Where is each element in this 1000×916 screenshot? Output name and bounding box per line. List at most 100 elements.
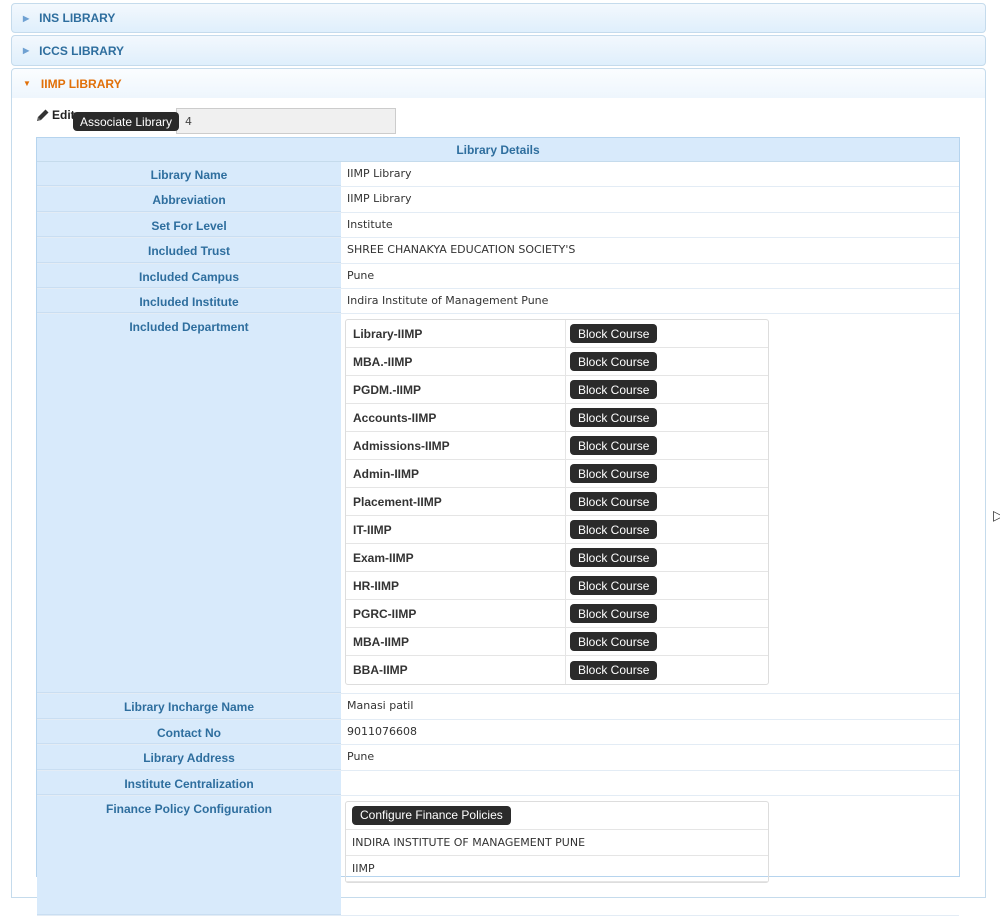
block-course-button[interactable]: Block Course — [570, 576, 658, 596]
department-name: HR-IIMP — [346, 572, 566, 600]
department-row: IT-IIMP Block Course — [346, 516, 768, 545]
field-value: 9011076608 — [347, 724, 417, 738]
finance-table: Configure Finance Policies INDIRA INSTIT… — [345, 800, 769, 883]
field-value: IIMP Library — [347, 167, 412, 180]
accordion-header-label: IIMP LIBRARY — [40, 76, 122, 91]
department-row: MBA.-IIMP Block Course — [346, 348, 768, 377]
department-name: Admin-IIMP — [346, 460, 566, 488]
department-name: PGDM.-IIMP — [346, 376, 566, 404]
field-label: Included Institute — [37, 288, 341, 314]
department-row: Admissions-IIMP Block Course — [346, 432, 768, 461]
department-name: Placement-IIMP — [346, 488, 566, 516]
triangle-down-icon: ▼ — [23, 79, 31, 88]
block-course-button[interactable]: Block Course — [570, 380, 658, 400]
detail-row-set-for-level: Set For Level Institute — [37, 212, 959, 239]
accordion-header-label: INS LIBRARY — [39, 11, 116, 25]
block-course-button[interactable]: Block Course — [570, 408, 658, 428]
block-course-button[interactable]: Block Course — [570, 492, 658, 512]
department-action-cell: Block Course — [566, 404, 768, 431]
accordion-header-iccs-library[interactable]: ▶ ICCS LIBRARY — [11, 35, 986, 66]
edit-label: Edit — [52, 108, 75, 122]
field-label: Library Name — [37, 162, 341, 187]
block-course-button[interactable]: Block Course — [570, 352, 658, 372]
block-course-button[interactable]: Block Course — [570, 632, 658, 652]
detail-row-included-trust: Included Trust SHREE CHANAKYA EDUCATION … — [37, 238, 959, 264]
department-row: Accounts-IIMP Block Course — [346, 404, 768, 433]
block-course-button[interactable]: Block Course — [570, 660, 658, 680]
department-name: Accounts-IIMP — [346, 404, 566, 432]
detail-row-library-address: Library Address Pune — [37, 745, 959, 771]
department-row: Exam-IIMP Block Course — [346, 544, 768, 573]
finance-cell: Configure Finance Policies INDIRA INSTIT… — [341, 796, 959, 915]
block-course-button[interactable]: Block Course — [570, 604, 658, 624]
department-row: BBA-IIMP Block Course — [346, 656, 768, 685]
detail-row-abbreviation: Abbreviation IIMP Library — [37, 187, 959, 213]
field-value: IIMP Library — [347, 192, 412, 206]
department-table: Library-IIMP Block Course MBA.-IIMP Block C… — [345, 319, 769, 686]
finance-button-row: Configure Finance Policies — [346, 802, 768, 830]
field-label: Included Campus — [37, 263, 341, 288]
pencil-icon — [37, 109, 49, 121]
detail-row-included-institute: Included Institute Indira Institute of M… — [37, 288, 959, 315]
department-name: MBA.-IIMP — [346, 348, 566, 376]
associate-library-value: 4 — [185, 114, 192, 128]
block-course-button[interactable]: Block Course — [570, 436, 658, 456]
accordion-header-label: ICCS LIBRARY — [39, 43, 125, 58]
finance-item: IIMP — [346, 856, 768, 882]
department-action-cell: Block Course — [566, 600, 768, 627]
block-course-button[interactable]: Block Course — [570, 520, 658, 540]
field-value: Pune — [347, 750, 375, 764]
field-label: Library Address — [37, 745, 341, 770]
triangle-right-icon: ▶ — [23, 13, 30, 23]
field-label: Library Incharge Name — [37, 694, 341, 719]
department-name: BBA-IIMP — [346, 656, 566, 685]
edit-link[interactable]: Edit — [36, 108, 75, 122]
detail-row-institute-centralization: Institute Centralization — [37, 770, 959, 796]
field-label: Finance Policy Configuration — [37, 795, 341, 915]
field-label: Included Department — [37, 314, 341, 694]
department-row: Admin-IIMP Block Course — [346, 460, 768, 489]
department-name: Library-IIMP — [346, 320, 566, 348]
department-row: HR-IIMP Block Course — [346, 572, 768, 601]
field-value: Institute — [347, 217, 393, 231]
department-action-cell: Block Course — [566, 432, 768, 459]
department-name: Admissions-IIMP — [346, 432, 566, 460]
accordion-header-ins-library[interactable]: ▶ INS LIBRARY — [11, 3, 986, 33]
field-label: Abbreviation — [37, 187, 341, 212]
associate-library-input[interactable]: 4 — [176, 108, 396, 134]
associate-library-tooltip: Associate Library — [73, 112, 180, 131]
field-label: Contact No — [37, 719, 341, 745]
department-name: PGRC-IIMP — [346, 600, 566, 628]
library-details-title: Library Details — [37, 138, 959, 162]
detail-row-library-name: Library Name IIMP Library — [37, 162, 959, 188]
department-action-cell: Block Course — [566, 348, 768, 375]
field-value: Indira Institute of Management Pune — [347, 293, 549, 307]
department-row: MBA-IIMP Block Course — [346, 628, 768, 657]
finance-item: INDIRA INSTITUTE OF MANAGEMENT PUNE — [346, 830, 768, 856]
department-action-cell: Block Course — [566, 628, 768, 655]
field-label: Set For Level — [37, 212, 341, 238]
block-course-button[interactable]: Block Course — [570, 548, 658, 568]
department-name: Exam-IIMP — [346, 544, 566, 572]
department-action-cell: Block Course — [566, 320, 768, 347]
field-value — [341, 771, 959, 795]
detail-row-included-department: Included Department Library-IIMP Block Co… — [37, 314, 959, 695]
department-row: PGRC-IIMP Block Course — [346, 600, 768, 629]
library-details-panel: Library Details Library Name IIMP Librar… — [36, 137, 960, 916]
field-label: Included Trust — [37, 238, 341, 263]
department-action-cell: Block Course — [566, 544, 768, 571]
department-action-cell: Block Course — [566, 488, 768, 515]
configure-finance-policies-button[interactable]: Configure Finance Policies — [352, 805, 511, 825]
block-course-button[interactable]: Block Course — [570, 324, 658, 344]
field-value: Manasi patil — [347, 699, 414, 713]
department-name: IT-IIMP — [346, 516, 566, 544]
department-action-cell: Block Course — [566, 656, 768, 684]
department-row: PGDM.-IIMP Block Course — [346, 376, 768, 405]
department-name: MBA-IIMP — [346, 628, 566, 656]
accordion-header-iimp-library[interactable]: ▼ IIMP LIBRARY — [11, 68, 986, 99]
department-row: Library-IIMP Block Course — [346, 320, 768, 349]
department-action-cell: Block Course — [566, 572, 768, 599]
department-row: Placement-IIMP Block Course — [346, 488, 768, 517]
block-course-button[interactable]: Block Course — [570, 464, 658, 484]
field-label: Institute Centralization — [37, 770, 341, 795]
